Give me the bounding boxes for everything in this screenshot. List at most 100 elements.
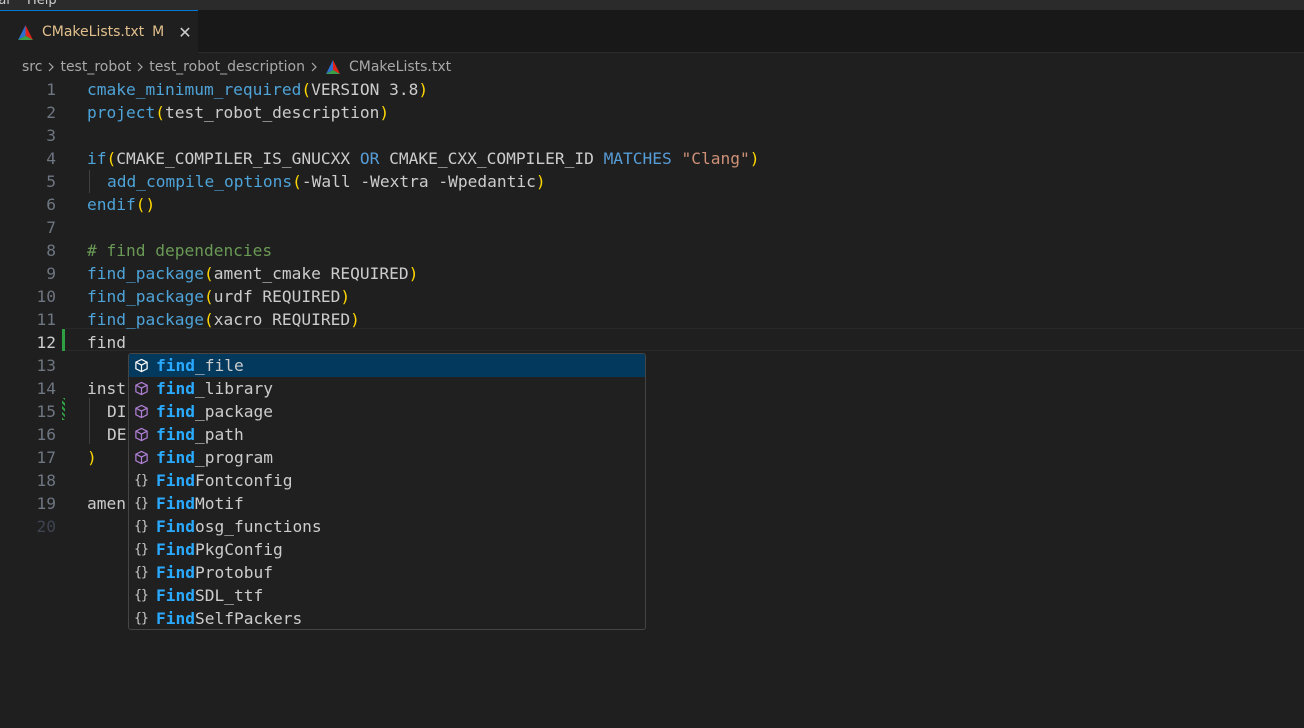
comment: # find dependencies <box>87 241 273 260</box>
suggestion-label: _file <box>194 356 244 375</box>
match-text: find <box>156 356 195 375</box>
operator: MATCHES <box>603 149 672 168</box>
code-line: 10 find_package(urdf REQUIRED) <box>0 285 1304 308</box>
line-number: 13 <box>36 356 57 375</box>
line-number: 16 <box>36 425 57 444</box>
paren: ( <box>203 287 214 306</box>
operator: OR <box>359 149 380 168</box>
suggestion-label: SDL_ttf <box>194 586 264 605</box>
close-icon[interactable]: ✕ <box>178 23 191 42</box>
match-text: Find <box>156 471 195 490</box>
autocomplete-suggestions[interactable]: find_file find_library find_package find… <box>128 353 646 630</box>
modified-indicator: M <box>152 24 165 40</box>
paren: ) <box>535 172 546 191</box>
match-text: find <box>156 448 195 467</box>
suggestion-label: _package <box>194 402 273 421</box>
suggestion-item[interactable]: find_program <box>129 446 645 469</box>
paren: ) <box>340 287 351 306</box>
suggestion-item[interactable]: find_path <box>129 423 645 446</box>
suggestion-item[interactable]: {} FindSDL_ttf <box>129 584 645 607</box>
paren: ) <box>749 149 760 168</box>
line-number: 2 <box>46 103 56 122</box>
module-braces-icon: {} <box>134 611 149 626</box>
chevron-right-icon <box>137 62 144 72</box>
suggestion-label: Motif <box>194 494 244 513</box>
breadcrumb-src[interactable]: src <box>22 59 42 75</box>
line-number: 19 <box>36 494 57 513</box>
suggestion-item[interactable]: {} FindFontconfig <box>129 469 645 492</box>
typed-text: find <box>87 333 126 352</box>
line-number: 14 <box>36 379 57 398</box>
code-line: 6 endif() <box>0 193 1304 216</box>
breadcrumb-test-robot-description[interactable]: test_robot_description <box>149 59 305 75</box>
tab-cmakelists[interactable]: CMakeLists.txt M ✕ <box>0 10 198 53</box>
line-number: 12 <box>36 333 57 352</box>
line-number: 7 <box>46 218 56 237</box>
paren: ) <box>379 103 390 122</box>
suggestion-item[interactable]: {} FindMotif <box>129 492 645 515</box>
line-number: 17 <box>36 448 57 467</box>
method-cube-icon <box>133 427 149 443</box>
suggestion-item[interactable]: find_library <box>129 377 645 400</box>
paren: ( <box>155 103 165 122</box>
command: cmake_minimum_required <box>87 80 302 99</box>
command: project <box>87 103 156 122</box>
cmake-icon <box>325 60 340 74</box>
line-number: 9 <box>46 264 56 283</box>
method-cube-icon <box>133 358 149 374</box>
module-braces-icon: {} <box>134 588 149 603</box>
suggestion-item[interactable]: find_file <box>129 354 645 377</box>
line-number: 20 <box>36 517 57 536</box>
suggestion-item[interactable]: {} Findosg_functions <box>129 515 645 538</box>
code-line: 3 <box>0 124 1304 147</box>
keyword-endif: endif <box>87 195 136 214</box>
line-number: 18 <box>36 471 57 490</box>
suggestion-item[interactable]: {} FindPkgConfig <box>129 538 645 561</box>
command: find_package <box>87 287 204 306</box>
breadcrumb-test-robot[interactable]: test_robot <box>60 59 131 75</box>
code-text: inst <box>87 379 126 398</box>
paren: ) <box>350 310 360 329</box>
code-line: 8 # find dependencies <box>0 239 1304 262</box>
match-text: find <box>156 402 195 421</box>
line-number: 8 <box>46 241 56 260</box>
match-text: Find <box>156 494 195 513</box>
suggestion-label: Protobuf <box>194 563 273 582</box>
menu-item-partial[interactable]: ral <box>0 0 10 8</box>
keyword-if: if <box>87 149 107 168</box>
code-text: DE <box>107 425 127 444</box>
module-braces-icon: {} <box>134 496 149 511</box>
line-number: 5 <box>46 172 56 191</box>
breadcrumb-file[interactable]: CMakeLists.txt <box>349 59 451 75</box>
args: CMAKE_COMPILER_IS_GNUCXX <box>116 149 360 168</box>
method-cube-icon <box>133 450 149 466</box>
string-literal: "Clang" <box>681 149 750 168</box>
cmake-icon <box>18 24 33 40</box>
module-braces-icon: {} <box>134 519 149 534</box>
line-number: 3 <box>46 126 56 145</box>
args: test_robot_description <box>164 103 380 122</box>
args: ament_cmake REQUIRED <box>213 264 409 283</box>
paren: ) <box>87 448 97 467</box>
module-braces-icon: {} <box>134 542 149 557</box>
tab-bar: CMakeLists.txt M ✕ <box>0 10 1304 53</box>
match-text: Find <box>156 540 195 559</box>
paren: ( <box>203 310 214 329</box>
paren: ( <box>292 172 302 191</box>
paren: ( <box>301 80 312 99</box>
suggestion-item[interactable]: {} FindSelfPackers <box>129 607 645 629</box>
menu-bar: ral Help <box>0 0 1304 10</box>
menu-item-help[interactable]: Help <box>27 0 57 8</box>
args: xacro REQUIRED <box>213 310 351 329</box>
suggestion-item[interactable]: find_package <box>129 400 645 423</box>
code-line: 4 if(CMAKE_COMPILER_IS_GNUCXX OR CMAKE_C… <box>0 147 1304 170</box>
breadcrumb: src test_robot test_robot_description CM… <box>22 56 451 78</box>
command: find_package <box>87 310 204 329</box>
paren: ) <box>408 264 419 283</box>
args: CMAKE_CXX_COMPILER_ID <box>379 149 604 168</box>
code-line: 2 project(test_robot_description) <box>0 101 1304 124</box>
module-braces-icon: {} <box>134 565 149 580</box>
code-line: 7 <box>0 216 1304 239</box>
suggestion-item[interactable]: {} FindProtobuf <box>129 561 645 584</box>
